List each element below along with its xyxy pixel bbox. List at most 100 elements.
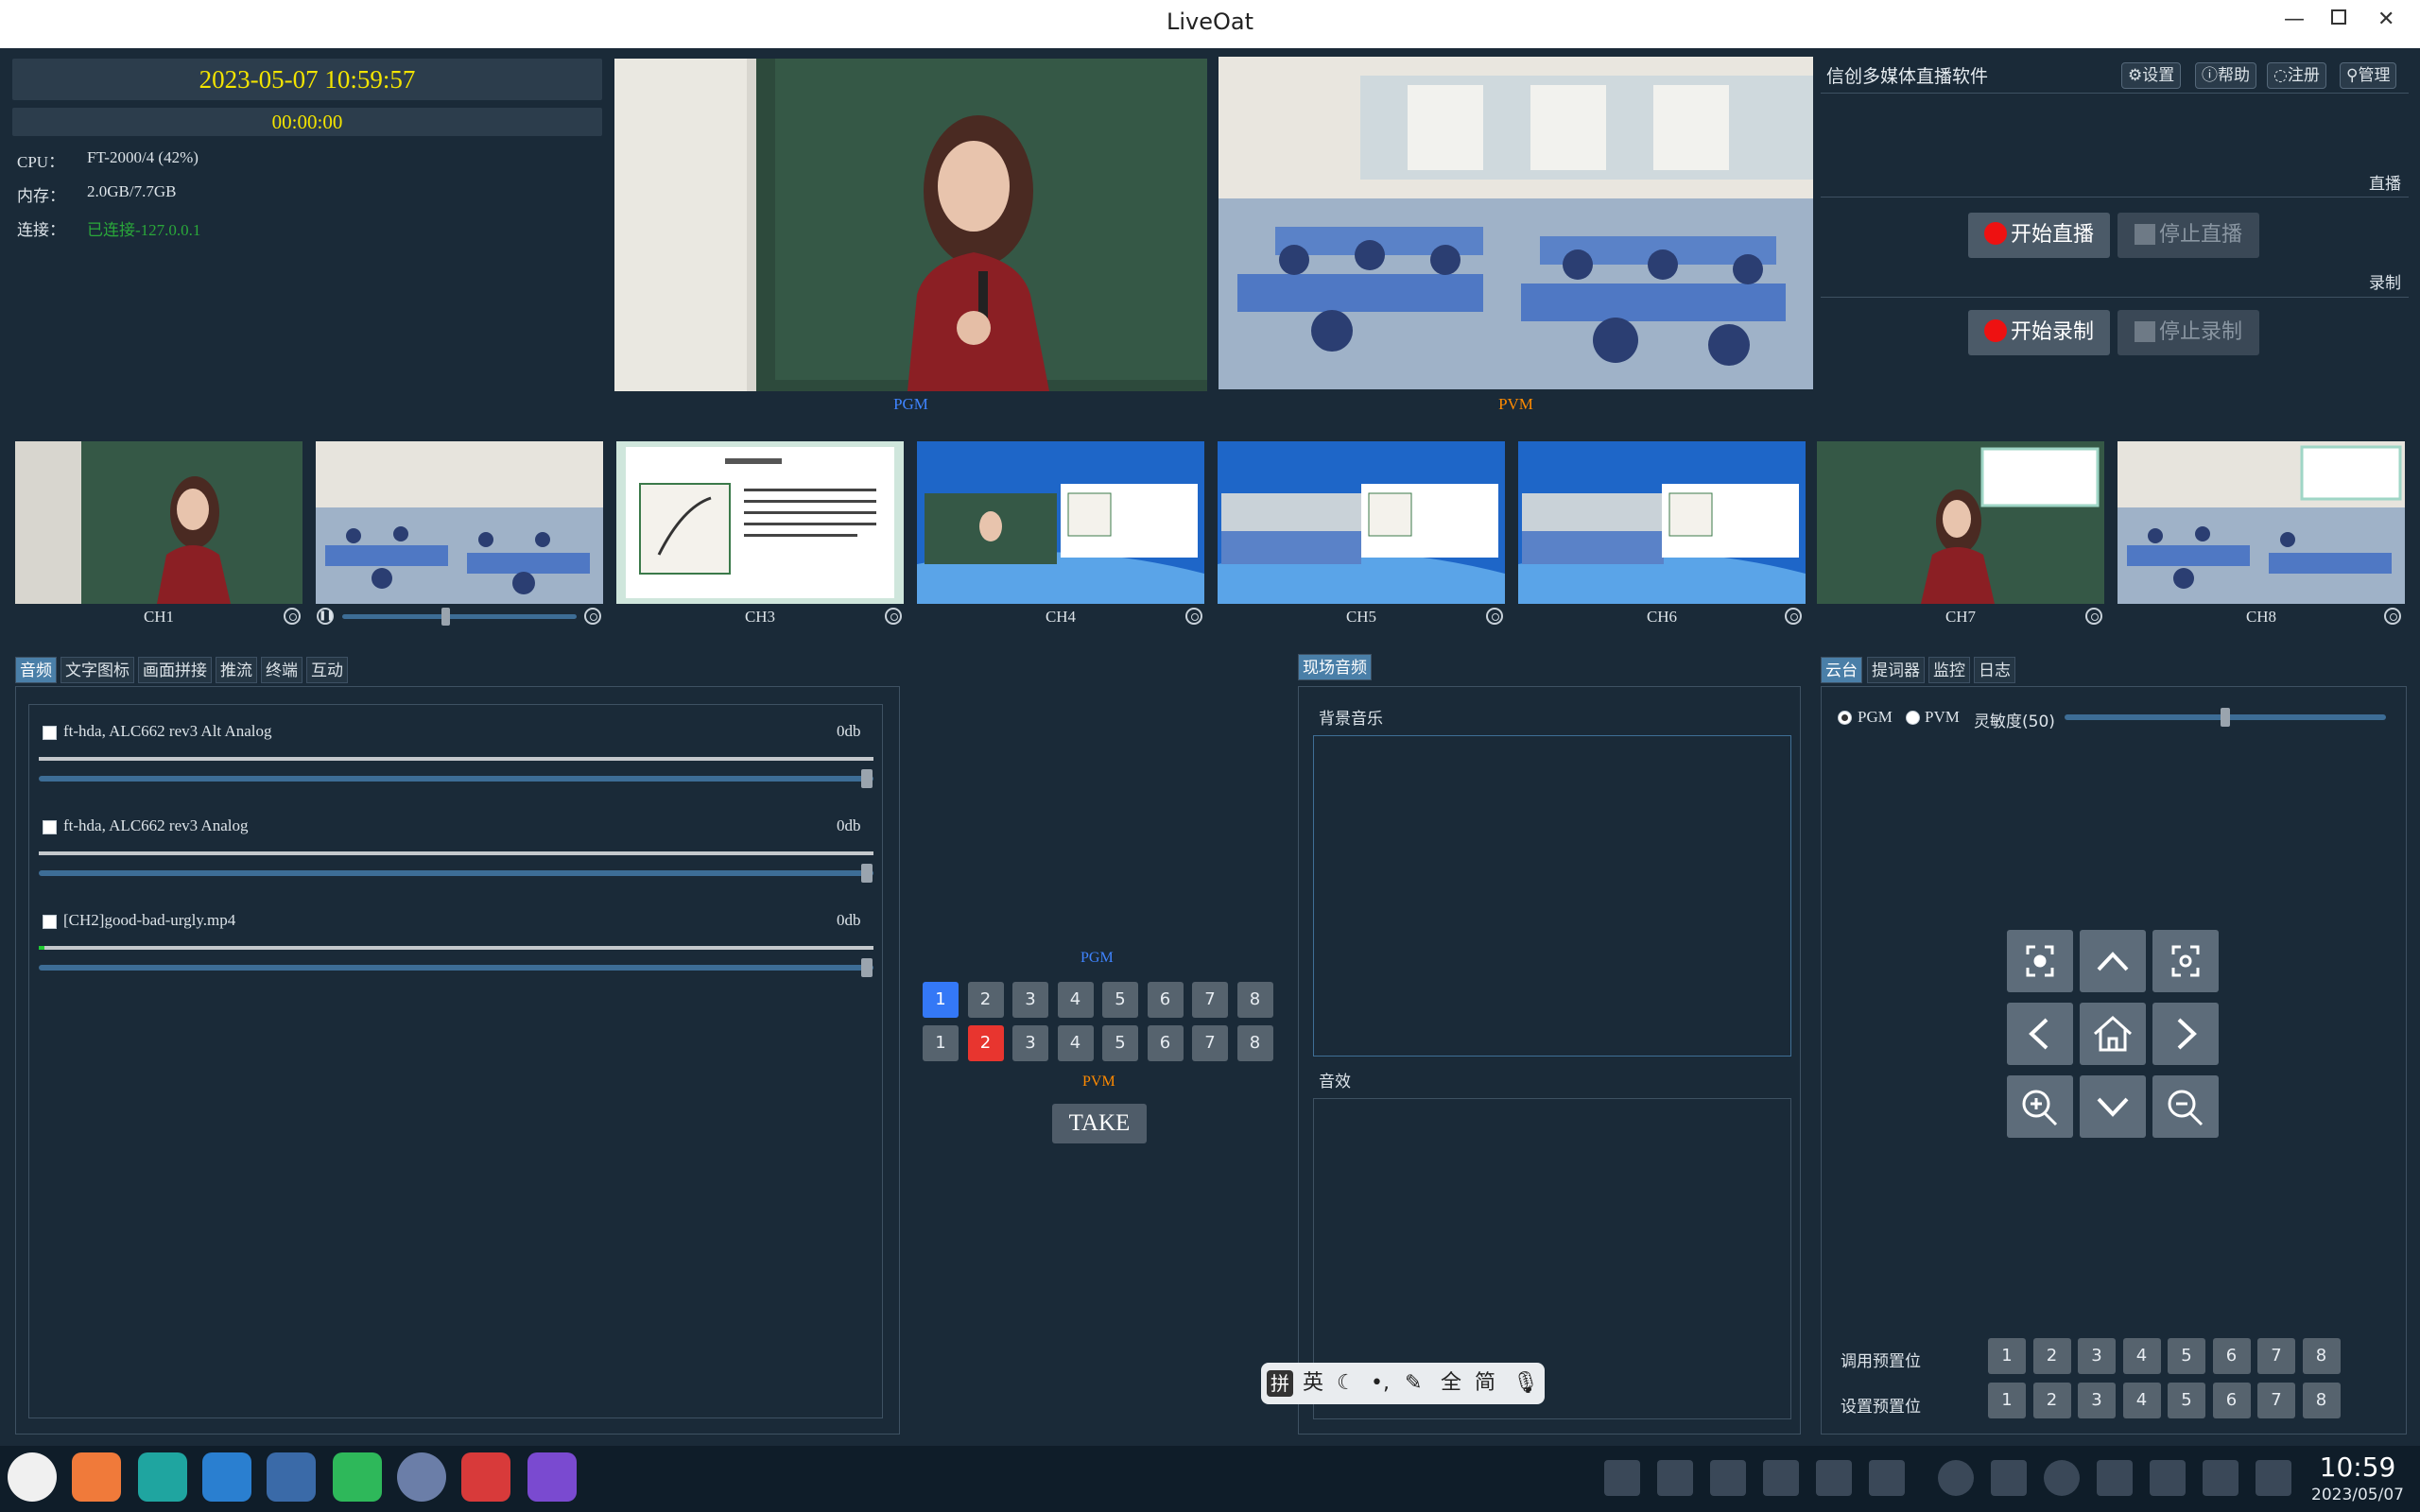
punctuation-icon[interactable]: •, bbox=[1371, 1363, 1390, 1404]
ime-fullwidth[interactable]: 全 bbox=[1441, 1363, 1461, 1404]
audio-checkbox-1[interactable] bbox=[43, 726, 57, 740]
expand-tray-icon[interactable] bbox=[1869, 1460, 1905, 1496]
tab-log[interactable]: 日志 bbox=[1974, 657, 2015, 683]
ptz-pvm-radio[interactable] bbox=[1906, 711, 1920, 725]
ch2-progress-handle[interactable] bbox=[441, 608, 451, 626]
audio-checkbox-2[interactable] bbox=[43, 820, 57, 834]
stop-record-button[interactable]: 停止录制 bbox=[2118, 310, 2259, 355]
tab-monitor[interactable]: 监控 bbox=[1928, 657, 1970, 683]
volume-icon[interactable] bbox=[1763, 1460, 1799, 1496]
tab-scene-audio[interactable]: 现场音频 bbox=[1298, 654, 1372, 680]
tray-app-icon[interactable] bbox=[1604, 1460, 1640, 1496]
settings-button[interactable]: ⚙设置 bbox=[2121, 62, 2182, 89]
channel-thumb-4[interactable] bbox=[917, 441, 1204, 604]
network-icon[interactable] bbox=[2044, 1460, 2080, 1496]
ch4-settings-icon[interactable] bbox=[1185, 608, 1202, 625]
ch6-settings-icon[interactable] bbox=[1785, 608, 1802, 625]
audio-volume-handle-3[interactable] bbox=[861, 958, 873, 977]
ime-pinyin[interactable]: 拼 bbox=[1267, 1370, 1293, 1397]
pen-icon[interactable]: ✎ bbox=[1405, 1363, 1422, 1404]
audio-checkbox-3[interactable] bbox=[43, 915, 57, 929]
network-transfer-icon[interactable] bbox=[1657, 1460, 1693, 1496]
audio-volume-slider-2[interactable] bbox=[39, 870, 873, 876]
call-preset-button-2[interactable]: 2 bbox=[2032, 1338, 2071, 1374]
left-arrow-icon[interactable] bbox=[2007, 1003, 2073, 1065]
channel-thumb-2[interactable] bbox=[316, 441, 603, 604]
minimize-icon[interactable]: — bbox=[2284, 8, 2305, 31]
power-icon[interactable] bbox=[2203, 1460, 2238, 1496]
pvm-button-6[interactable]: 6 bbox=[1147, 1025, 1184, 1061]
stop-live-button[interactable]: 停止直播 bbox=[2118, 213, 2259, 258]
pgm-button-4[interactable]: 4 bbox=[1057, 982, 1094, 1018]
channel-thumb-3[interactable] bbox=[616, 441, 904, 604]
pgm-button-2[interactable]: 2 bbox=[967, 982, 1004, 1018]
help-button[interactable]: ⓘ帮助 bbox=[2195, 62, 2256, 89]
start-live-button[interactable]: 开始直播 bbox=[1968, 213, 2110, 258]
call-preset-button-5[interactable]: 5 bbox=[2168, 1338, 2205, 1374]
tab-ptz[interactable]: 云台 bbox=[1821, 657, 1862, 683]
pvm-button-5[interactable]: 5 bbox=[1102, 1025, 1138, 1061]
circle-app-icon[interactable] bbox=[397, 1452, 446, 1502]
start-menu-icon[interactable] bbox=[8, 1452, 57, 1502]
audio-volume-slider-1[interactable] bbox=[39, 776, 873, 782]
audio-volume-slider-3[interactable] bbox=[39, 965, 873, 971]
ch3-settings-icon[interactable] bbox=[885, 608, 902, 625]
home-icon[interactable] bbox=[2080, 1003, 2146, 1065]
tab-interact[interactable]: 互动 bbox=[306, 657, 348, 683]
set-preset-button-2[interactable]: 2 bbox=[2032, 1383, 2071, 1418]
qt-app-icon[interactable] bbox=[333, 1452, 382, 1502]
file-manager-icon[interactable] bbox=[138, 1452, 187, 1502]
app-launcher-icon[interactable] bbox=[72, 1452, 121, 1502]
channel-thumb-5[interactable] bbox=[1218, 441, 1505, 604]
usb-icon[interactable] bbox=[1710, 1460, 1746, 1496]
manage-button[interactable]: ⚲管理 bbox=[2340, 62, 2397, 89]
pgm-button-3[interactable]: 3 bbox=[1012, 982, 1048, 1018]
ch5-settings-icon[interactable] bbox=[1486, 608, 1503, 625]
search-icon[interactable] bbox=[1991, 1460, 2027, 1496]
clock-time[interactable]: 10:59 bbox=[2307, 1452, 2409, 1483]
pvm-button-7[interactable]: 7 bbox=[1192, 1025, 1228, 1061]
pause-icon[interactable]: ❚❚ bbox=[317, 608, 335, 625]
pgm-button-8[interactable]: 8 bbox=[1236, 982, 1273, 1018]
pgm-button-6[interactable]: 6 bbox=[1147, 982, 1184, 1018]
tab-terminal[interactable]: 终端 bbox=[261, 657, 302, 683]
sensitivity-handle[interactable] bbox=[2221, 708, 2230, 727]
bgm-list[interactable] bbox=[1313, 735, 1791, 1057]
tab-text-icon[interactable]: 文字图标 bbox=[60, 657, 134, 683]
ch2-progress-slider[interactable] bbox=[342, 614, 577, 619]
tab-audio[interactable]: 音频 bbox=[15, 657, 57, 683]
call-preset-button-4[interactable]: 4 bbox=[2122, 1338, 2161, 1374]
down-arrow-icon[interactable] bbox=[2080, 1075, 2146, 1138]
monitor-icon[interactable] bbox=[1938, 1460, 1974, 1496]
call-preset-button-6[interactable]: 6 bbox=[2212, 1338, 2251, 1374]
ch8-settings-icon[interactable] bbox=[2384, 608, 2401, 625]
call-preset-button-3[interactable]: 3 bbox=[2078, 1338, 2116, 1374]
ime-english[interactable]: 英 bbox=[1303, 1363, 1323, 1404]
pen-tray-icon[interactable] bbox=[1816, 1460, 1852, 1496]
ptz-pgm-radio[interactable] bbox=[1838, 711, 1852, 725]
zoom-in-icon[interactable] bbox=[2007, 1075, 2073, 1138]
set-preset-button-4[interactable]: 4 bbox=[2122, 1383, 2161, 1418]
channel-thumb-6[interactable] bbox=[1518, 441, 1806, 604]
close-icon[interactable]: ✕ bbox=[2377, 8, 2394, 31]
trash-icon[interactable] bbox=[2256, 1460, 2291, 1496]
ime-simplified[interactable]: 简 bbox=[1475, 1363, 1495, 1404]
liveoat-app-icon[interactable] bbox=[527, 1452, 577, 1502]
pgm-button-7[interactable]: 7 bbox=[1192, 982, 1228, 1018]
pgm-button-1[interactable]: 1 bbox=[923, 982, 959, 1018]
channel-thumb-8[interactable] bbox=[2118, 441, 2405, 604]
pvm-button-1[interactable]: 1 bbox=[923, 1025, 959, 1061]
set-preset-button-5[interactable]: 5 bbox=[2168, 1383, 2205, 1418]
maximize-icon[interactable] bbox=[2331, 9, 2346, 25]
call-preset-button-8[interactable]: 8 bbox=[2302, 1338, 2341, 1374]
take-button[interactable]: TAKE bbox=[1052, 1104, 1147, 1143]
ch1-settings-icon[interactable] bbox=[284, 608, 301, 625]
settings-app-icon[interactable] bbox=[267, 1452, 316, 1502]
up-arrow-icon[interactable] bbox=[2080, 930, 2146, 992]
call-preset-button-7[interactable]: 7 bbox=[2257, 1338, 2295, 1374]
tab-teleprompter[interactable]: 提词器 bbox=[1867, 657, 1925, 683]
pvm-button-8[interactable]: 8 bbox=[1236, 1025, 1273, 1061]
zoom-out-icon[interactable] bbox=[2152, 1075, 2219, 1138]
set-preset-button-6[interactable]: 6 bbox=[2212, 1383, 2251, 1418]
ch2-settings-icon[interactable] bbox=[584, 608, 601, 625]
